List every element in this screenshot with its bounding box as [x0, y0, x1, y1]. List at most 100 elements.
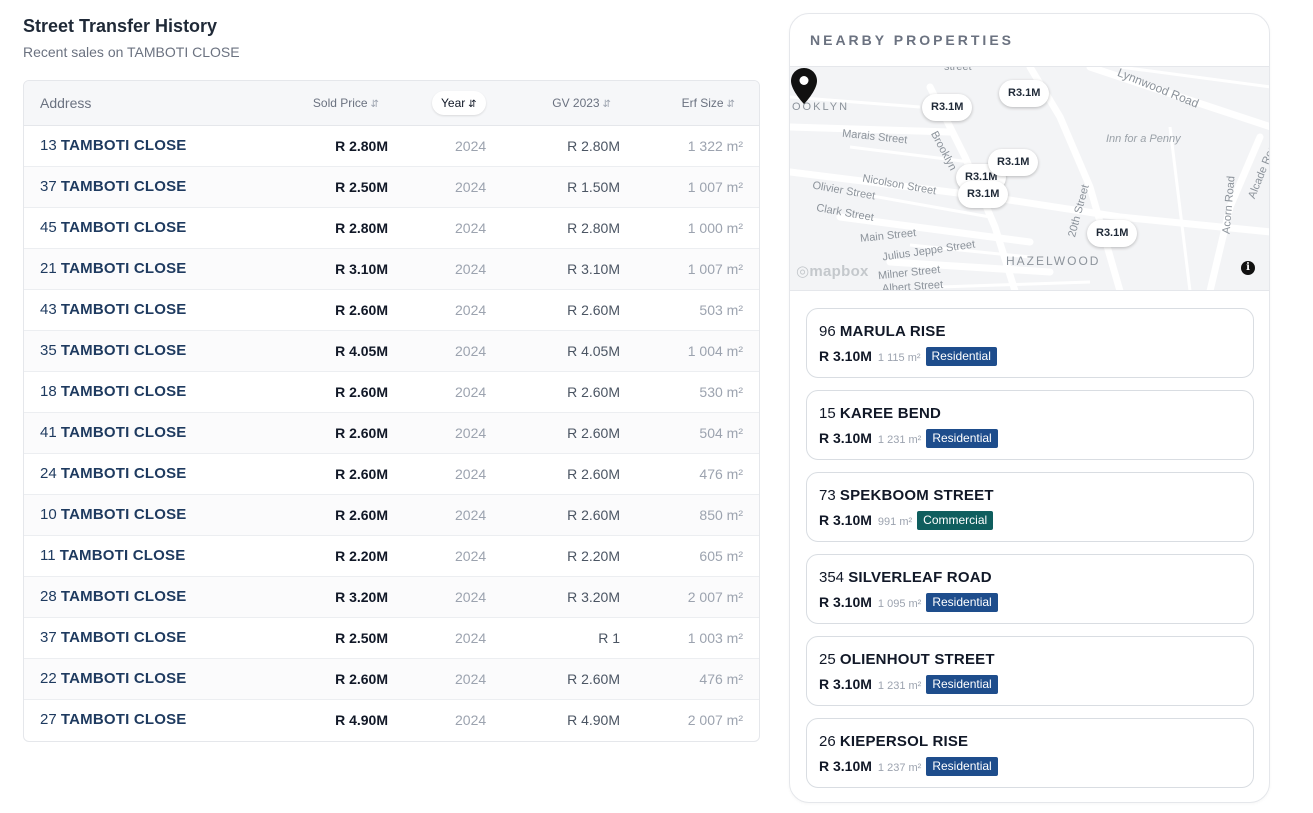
sale-year: 2024: [455, 302, 487, 318]
table-row[interactable]: 45 TAMBOTI CLOSE R 2.80M 2024 R 2.80M 1 000 …: [24, 208, 759, 249]
table-row[interactable]: 13 TAMBOTI CLOSE R 2.80M 2024 R 2.80M 1 322 …: [24, 126, 759, 167]
property-meta: R 3.10M 1 237 m² Residential: [819, 756, 1241, 776]
address-link[interactable]: 18 TAMBOTI CLOSE: [40, 372, 187, 412]
map-price-pin[interactable]: R3.1M: [958, 181, 1009, 208]
map-price-pin[interactable]: R3.1M: [922, 94, 973, 121]
street-transfer-history: Street Transfer History Recent sales on …: [23, 14, 760, 742]
gv-2023-value: R 3.20M: [567, 589, 620, 605]
property-meta: R 3.10M 991 m² Commercial: [819, 510, 1241, 530]
table-row[interactable]: 37 TAMBOTI CLOSE R 2.50M 2024 R 1.50M 1 007 …: [24, 167, 759, 208]
street-name: TAMBOTI CLOSE: [60, 465, 187, 482]
property-size: 1 237 m²: [877, 762, 922, 774]
address-link[interactable]: 24 TAMBOTI CLOSE: [40, 454, 187, 494]
table-row[interactable]: 35 TAMBOTI CLOSE R 4.05M 2024 R 4.05M 1 004 …: [24, 331, 759, 372]
property-meta: R 3.10M 1 095 m² Residential: [819, 592, 1241, 612]
nearby-property-card[interactable]: 15 KAREE BEND R 3.10M 1 231 m² Residential: [806, 390, 1254, 460]
property-address: 354 SILVERLEAF ROAD: [819, 568, 1241, 588]
street-number: 21: [40, 260, 57, 277]
map-marker-icon[interactable]: [790, 67, 818, 105]
address-link[interactable]: 37 TAMBOTI CLOSE: [40, 618, 187, 658]
info-icon[interactable]: i: [1241, 261, 1255, 275]
column-header-label: GV 2023: [552, 96, 600, 110]
table-row[interactable]: 27 TAMBOTI CLOSE R 4.90M 2024 R 4.90M 2 007 …: [24, 700, 759, 741]
street-name: TAMBOTI CLOSE: [60, 711, 187, 728]
street-number: 96: [819, 323, 836, 340]
sold-price: R 4.90M: [335, 712, 388, 728]
street-number: 18: [40, 383, 57, 400]
map-price-pin[interactable]: R3.1M: [1087, 220, 1138, 247]
table-row[interactable]: 10 TAMBOTI CLOSE R 2.60M 2024 R 2.60M 850 m²: [24, 495, 759, 536]
address-link[interactable]: 11 TAMBOTI CLOSE: [40, 536, 185, 576]
street-name: TAMBOTI CLOSE: [60, 137, 187, 154]
map-price-pin[interactable]: R3.1M: [999, 80, 1050, 107]
gv-2023-value: R 2.20M: [567, 548, 620, 564]
address-link[interactable]: 28 TAMBOTI CLOSE: [40, 577, 187, 617]
property-price: R 3.10M: [819, 758, 872, 774]
property-size: 1 231 m²: [877, 434, 922, 446]
address-link[interactable]: 37 TAMBOTI CLOSE: [40, 167, 187, 207]
address-link[interactable]: 41 TAMBOTI CLOSE: [40, 413, 187, 453]
table-row[interactable]: 21 TAMBOTI CLOSE R 3.10M 2024 R 3.10M 1 007 …: [24, 249, 759, 290]
property-address: 25 OLIENHOUT STREET: [819, 650, 1241, 670]
sort-icon[interactable]: ⇵: [468, 93, 476, 117]
address-link[interactable]: 13 TAMBOTI CLOSE: [40, 126, 187, 166]
map-price-pin[interactable]: R3.1M: [988, 149, 1039, 176]
sold-price: R 2.60M: [335, 671, 388, 687]
column-header-label: Sold Price: [312, 96, 368, 110]
nearby-property-card[interactable]: 73 SPEKBOOM STREET R 3.10M 991 m² Commercia…: [806, 472, 1254, 542]
property-type-badge: Residential: [926, 429, 998, 448]
table-row[interactable]: 11 TAMBOTI CLOSE R 2.20M 2024 R 2.20M 605 m²: [24, 536, 759, 577]
mapbox-logo[interactable]: ◎mapbox: [796, 262, 869, 280]
gv-2023-value: R 1: [598, 630, 620, 646]
table-row[interactable]: 41 TAMBOTI CLOSE R 2.60M 2024 R 2.60M 504 m²: [24, 413, 759, 454]
street-number: 37: [40, 178, 57, 195]
address-link[interactable]: 21 TAMBOTI CLOSE: [40, 249, 187, 289]
nearby-property-card[interactable]: 26 KIEPERSOL RISE R 3.10M 1 237 m² Resident…: [806, 718, 1254, 788]
sold-price: R 2.50M: [335, 630, 388, 646]
address-link[interactable]: 10 TAMBOTI CLOSE: [40, 495, 187, 535]
sort-icon[interactable]: ⇵: [603, 83, 611, 127]
map[interactable]: street OOKLYN Lynnwood Road Marais Stree…: [790, 67, 1269, 291]
erf-size: 1 000 m²: [687, 220, 743, 236]
property-type-badge: Residential: [925, 347, 997, 366]
address-link[interactable]: 27 TAMBOTI CLOSE: [40, 700, 187, 740]
erf-size: 476 m²: [699, 671, 743, 687]
street-name: TAMBOTI CLOSE: [60, 178, 187, 195]
erf-size: 850 m²: [699, 507, 743, 523]
table-row[interactable]: 43 TAMBOTI CLOSE R 2.60M 2024 R 2.60M 503 m²: [24, 290, 759, 331]
sold-price: R 3.10M: [335, 261, 388, 277]
table-row[interactable]: 28 TAMBOTI CLOSE R 3.20M 2024 R 3.20M 2 007 …: [24, 577, 759, 618]
address-link[interactable]: 45 TAMBOTI CLOSE: [40, 208, 187, 248]
property-address: 15 KAREE BEND: [819, 404, 1241, 424]
sold-price: R 2.60M: [335, 425, 388, 441]
column-header-sold-price[interactable]: Sold Price ⇵: [313, 81, 379, 125]
nearby-property-card[interactable]: 354 SILVERLEAF ROAD R 3.10M 1 095 m² Reside…: [806, 554, 1254, 624]
column-header-erf-size[interactable]: Erf Size ⇵: [682, 81, 735, 125]
street-name: TAMBOTI CLOSE: [60, 301, 187, 318]
address-link[interactable]: 35 TAMBOTI CLOSE: [40, 331, 187, 371]
nearby-property-card[interactable]: 96 MARULA RISE R 3.10M 1 115 m² Residential: [806, 308, 1254, 378]
transfer-table: Address Sold Price ⇵ Year ⇵ GV 2023 ⇵ Erf S…: [23, 80, 760, 742]
sort-icon[interactable]: ⇵: [727, 83, 735, 127]
address-link[interactable]: 43 TAMBOTI CLOSE: [40, 290, 187, 330]
address-link[interactable]: 22 TAMBOTI CLOSE: [40, 659, 187, 699]
sale-year: 2024: [455, 179, 487, 195]
column-header-address[interactable]: Address: [40, 81, 91, 125]
street-name: MARULA RISE: [839, 323, 946, 340]
sort-icon[interactable]: ⇵: [371, 83, 379, 127]
property-price: R 3.10M: [819, 430, 872, 446]
column-header-gv-2023[interactable]: GV 2023 ⇵: [552, 81, 611, 125]
sold-price: R 2.20M: [335, 548, 388, 564]
table-header: Address Sold Price ⇵ Year ⇵ GV 2023 ⇵ Erf S…: [24, 81, 759, 126]
erf-size: 476 m²: [699, 466, 743, 482]
property-type-badge: Residential: [926, 757, 998, 776]
property-type-badge: Residential: [926, 593, 998, 612]
table-row[interactable]: 18 TAMBOTI CLOSE R 2.60M 2024 R 2.60M 530 m²: [24, 372, 759, 413]
column-header-year[interactable]: Year ⇵: [432, 91, 486, 115]
table-row[interactable]: 24 TAMBOTI CLOSE R 2.60M 2024 R 2.60M 476 m²: [24, 454, 759, 495]
sold-price: R 2.80M: [335, 138, 388, 154]
nearby-property-card[interactable]: 25 OLIENHOUT STREET R 3.10M 1 231 m² Reside…: [806, 636, 1254, 706]
street-number: 41: [40, 424, 57, 441]
table-row[interactable]: 37 TAMBOTI CLOSE R 2.50M 2024 R 1 1 003 m²: [24, 618, 759, 659]
table-row[interactable]: 22 TAMBOTI CLOSE R 2.60M 2024 R 2.60M 476 m²: [24, 659, 759, 700]
